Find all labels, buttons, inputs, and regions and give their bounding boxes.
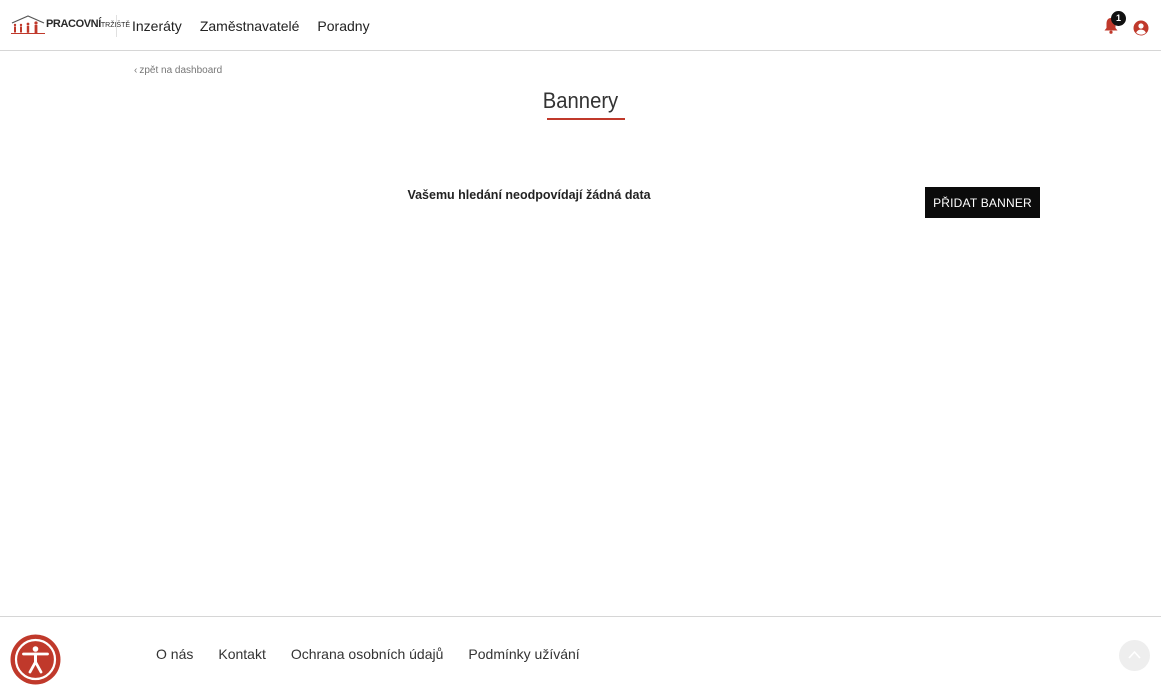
title-underline [547,118,625,120]
page-title: Bannery [542,87,619,113]
logo-text: PRACOVNÍTRŽIŠTĚ [46,18,130,30]
footer-link-terms[interactable]: Podmínky užívání [468,646,579,662]
divider [116,15,117,37]
footer-link-privacy[interactable]: Ochrana osobních údajů [291,646,444,662]
chevron-up-icon [1128,650,1141,659]
empty-results-message: Vašemu hledání neodpovídají žádná data [407,188,651,202]
logo-figures-icon [11,15,45,34]
notification-count-badge: 1 [1111,11,1126,26]
user-icon[interactable] [1133,20,1149,36]
chevron-left-icon: ‹ [134,65,138,76]
footer-link-kontakt[interactable]: Kontakt [218,646,265,662]
nav-link-poradny[interactable]: Poradny [317,18,369,34]
accessibility-icon[interactable] [10,634,61,685]
footer-links: O nás Kontakt Ochrana osobních údajů Pod… [156,646,580,662]
footer-link-o-nas[interactable]: O nás [156,646,193,662]
main-nav: Inzeráty Zaměstnavatelé Poradny [132,18,370,34]
scroll-to-top-button[interactable] [1119,640,1150,671]
add-banner-button[interactable]: PŘIDAT BANNER [925,187,1040,218]
top-navbar: PRACOVNÍTRŽIŠTĚ Inzeráty Zaměstnavatelé … [0,0,1161,51]
logo[interactable]: PRACOVNÍTRŽIŠTĚ [10,13,130,35]
nav-link-inzeraty[interactable]: Inzeráty [132,18,182,34]
nav-link-zamestnavatele[interactable]: Zaměstnavatelé [200,18,300,34]
back-link-label: zpět na dashboard [139,65,223,76]
back-to-dashboard-link[interactable]: ‹ zpět na dashboard [134,65,222,76]
